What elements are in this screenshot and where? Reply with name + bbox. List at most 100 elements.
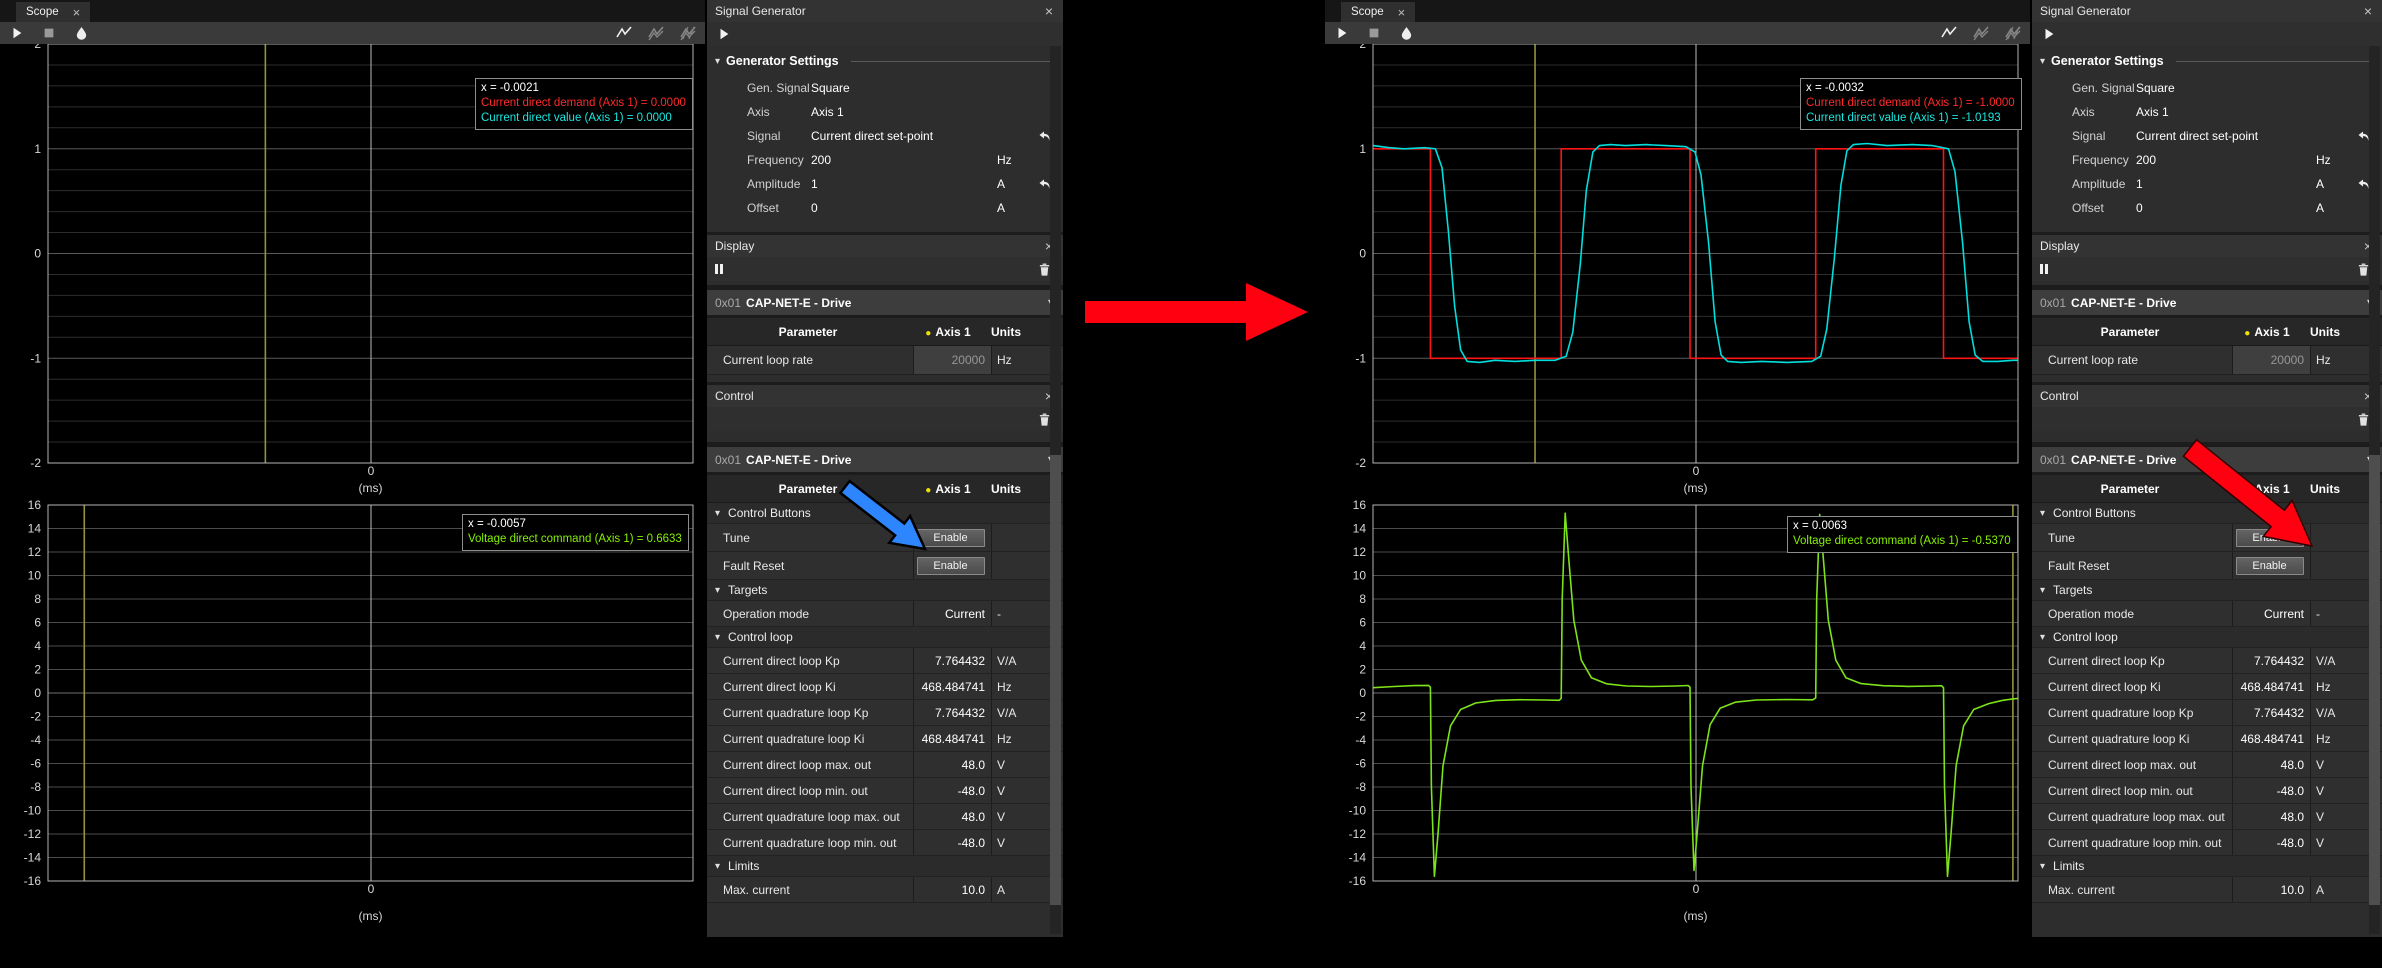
field-value[interactable]: 1: [811, 177, 997, 191]
generator-start-button[interactable]: [2040, 25, 2058, 43]
field-value[interactable]: 0: [811, 201, 997, 215]
pause-icon[interactable]: [2040, 264, 2048, 274]
param-value[interactable]: 48.0: [2232, 804, 2310, 829]
param-value[interactable]: 10.0: [2232, 877, 2310, 902]
play-button[interactable]: [1333, 24, 1351, 42]
signal-multi-off-button[interactable]: [679, 24, 697, 42]
stop-button[interactable]: [40, 24, 58, 42]
signal-single-button[interactable]: [1940, 24, 1958, 42]
scope-chart-area[interactable]: -2-10120(ms)-16-14-12-10-8-6-4-202468101…: [1325, 44, 2030, 924]
field-value[interactable]: Square: [2136, 81, 2316, 95]
trash-icon[interactable]: [2357, 263, 2370, 276]
param-value[interactable]: -48.0: [913, 778, 991, 803]
param-value[interactable]: 48.0: [913, 804, 991, 829]
scope-chart-area[interactable]: -2-10120(ms)-16-14-12-10-8-6-4-202468101…: [0, 44, 705, 924]
param-value[interactable]: Current: [2232, 601, 2310, 626]
field-value[interactable]: Square: [811, 81, 997, 95]
field-units: A: [2316, 201, 2350, 215]
param-value[interactable]: 7.764432: [913, 648, 991, 673]
param-value[interactable]: -48.0: [2232, 778, 2310, 803]
signal-multi-off-button[interactable]: [2004, 24, 2022, 42]
field-value[interactable]: 200: [2136, 153, 2316, 167]
close-icon[interactable]: ×: [1045, 3, 1053, 19]
section-header-row[interactable]: ▾Targets: [2032, 580, 2382, 601]
play-icon[interactable]: [10, 26, 24, 40]
section-header-row[interactable]: ▾Limits: [707, 856, 1063, 877]
param-value[interactable]: 468.484741: [913, 674, 991, 699]
field-value[interactable]: Axis 1: [811, 105, 997, 119]
signal-multi-button[interactable]: [1972, 24, 1990, 42]
generator-settings-header[interactable]: ▾Generator Settings: [2032, 46, 2382, 76]
param-value[interactable]: 7.764432: [2232, 700, 2310, 725]
section-header-row[interactable]: ▾Limits: [2032, 856, 2382, 877]
play-button[interactable]: [8, 24, 26, 42]
param-value[interactable]: -48.0: [913, 830, 991, 855]
section-header-row[interactable]: ▾Control loop: [2032, 627, 2382, 648]
play-icon[interactable]: [717, 27, 731, 41]
clear-plot-button[interactable]: [72, 24, 90, 42]
play-icon[interactable]: [1335, 26, 1349, 40]
field-value[interactable]: Current direct set-point: [811, 129, 997, 143]
param-value[interactable]: 48.0: [913, 752, 991, 777]
signal-multi-icon[interactable]: [648, 25, 664, 41]
trash-icon[interactable]: [1038, 263, 1051, 276]
signal-multi-off-icon[interactable]: [680, 25, 696, 41]
scope-tab[interactable]: Scope×: [1341, 2, 1415, 22]
tab-close-icon[interactable]: ×: [1398, 6, 1406, 19]
param-value[interactable]: 10.0: [913, 877, 991, 902]
field-value[interactable]: 1: [2136, 177, 2316, 191]
section-header-row[interactable]: ▾Targets: [707, 580, 1063, 601]
device-dropdown[interactable]: 0x01CAP-NET-E - Drive▾: [707, 447, 1063, 472]
generator-settings-header[interactable]: ▾Generator Settings: [707, 46, 1063, 76]
signal-single-icon[interactable]: [1941, 25, 1957, 41]
panel-scrollbar[interactable]: [2369, 46, 2380, 934]
signal-multi-icon[interactable]: [1973, 25, 1989, 41]
section-header-row[interactable]: ▾Control loop: [707, 627, 1063, 648]
param-value[interactable]: 7.764432: [913, 700, 991, 725]
scope-tab[interactable]: Scope×: [16, 2, 90, 22]
param-value[interactable]: -48.0: [2232, 830, 2310, 855]
tune-enable-button[interactable]: Enable: [917, 529, 985, 547]
param-value[interactable]: Current: [913, 601, 991, 626]
section-header-row[interactable]: ▾Control Buttons: [2032, 503, 2382, 524]
section-header-row[interactable]: ▾Control Buttons: [707, 503, 1063, 524]
param-name: Current quadrature loop Kp: [2032, 700, 2232, 725]
scrollbar-thumb[interactable]: [1050, 455, 1061, 905]
play-icon[interactable]: [2042, 27, 2056, 41]
signal-single-icon[interactable]: [616, 25, 632, 41]
param-value[interactable]: 468.484741: [913, 726, 991, 751]
display-titlebar: Display×: [707, 235, 1063, 257]
clear-plot-button[interactable]: [1397, 24, 1415, 42]
panel-scrollbar[interactable]: [1050, 46, 1061, 934]
device-dropdown[interactable]: 0x01CAP-NET-E - Drive▾: [2032, 290, 2382, 315]
signal-single-button[interactable]: [615, 24, 633, 42]
param-value[interactable]: 468.484741: [2232, 674, 2310, 699]
tune-enable-button[interactable]: Enable: [2236, 529, 2304, 547]
trash-icon[interactable]: [1038, 413, 1051, 426]
stop-button[interactable]: [1365, 24, 1383, 42]
generator-start-button[interactable]: [715, 25, 733, 43]
device-dropdown[interactable]: 0x01CAP-NET-E - Drive▾: [707, 290, 1063, 315]
param-value[interactable]: 7.764432: [2232, 648, 2310, 673]
close-icon[interactable]: ×: [2364, 3, 2372, 19]
pause-icon[interactable]: [715, 264, 723, 274]
device-dropdown[interactable]: 0x01CAP-NET-E - Drive▾: [2032, 447, 2382, 472]
signal-multi-off-icon[interactable]: [2005, 25, 2021, 41]
param-value[interactable]: 468.484741: [2232, 726, 2310, 751]
field-value[interactable]: Current direct set-point: [2136, 129, 2316, 143]
scrollbar-thumb[interactable]: [2369, 455, 2380, 905]
signal-generator-titlebar: Signal Generator×: [2032, 0, 2382, 22]
fault-reset-enable-button[interactable]: Enable: [2236, 557, 2304, 575]
param-value[interactable]: 48.0: [2232, 752, 2310, 777]
signal-multi-button[interactable]: [647, 24, 665, 42]
field-value[interactable]: 200: [811, 153, 997, 167]
trash-icon[interactable]: [2357, 413, 2370, 426]
field-value[interactable]: 0: [2136, 201, 2316, 215]
stop-icon[interactable]: [1367, 26, 1381, 40]
clear-plot-icon[interactable]: [1399, 26, 1414, 41]
tab-close-icon[interactable]: ×: [73, 6, 81, 19]
stop-icon[interactable]: [42, 26, 56, 40]
fault-reset-enable-button[interactable]: Enable: [917, 557, 985, 575]
field-value[interactable]: Axis 1: [2136, 105, 2316, 119]
clear-plot-icon[interactable]: [74, 26, 89, 41]
